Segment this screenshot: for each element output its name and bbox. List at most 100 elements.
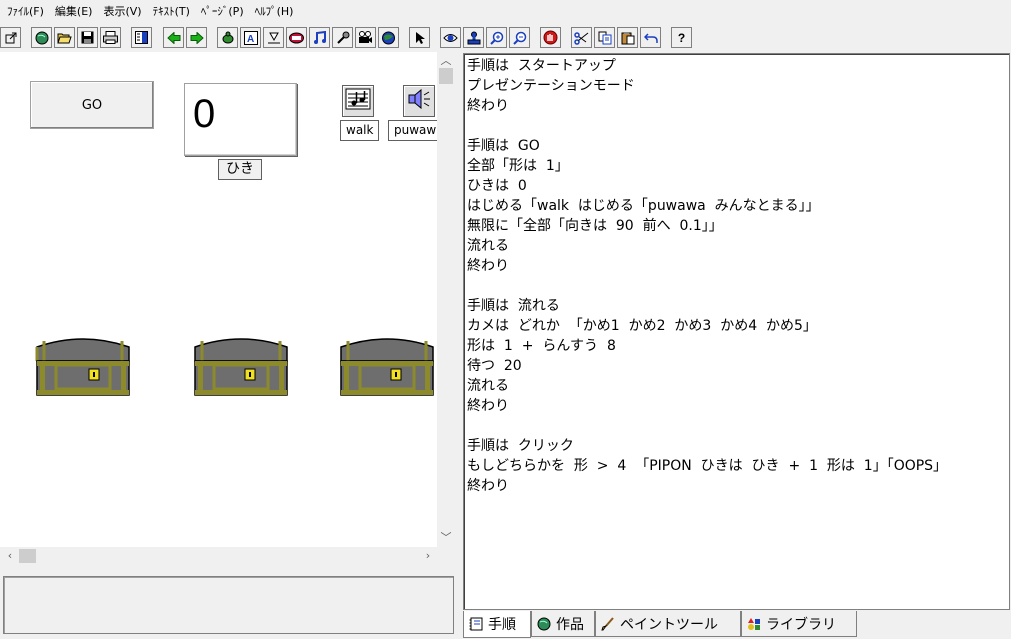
menu-bar: ﾌｧｲﾙ(F) 編集(E) 表示(V) ﾃｷｽﾄ(T) ﾍﾟｰｼﾞ(P) ﾍﾙﾌ… bbox=[0, 0, 1011, 24]
print-button[interactable] bbox=[100, 27, 121, 48]
tab-paint-tool[interactable]: ペイントツール bbox=[595, 611, 741, 637]
toolbar: A ? bbox=[0, 25, 1011, 51]
new-button-button[interactable] bbox=[286, 27, 307, 48]
stage-horizontal-scrollbar[interactable]: ‹ › bbox=[0, 547, 437, 565]
speaker-icon bbox=[407, 87, 431, 115]
previous-page-button[interactable] bbox=[163, 27, 184, 48]
menu-help[interactable]: ﾍﾙﾌﾟ(H) bbox=[252, 0, 302, 24]
menu-file[interactable]: ﾌｧｲﾙ(F) bbox=[4, 0, 52, 24]
scroll-down-arrow-icon[interactable]: ﹀ bbox=[438, 530, 454, 546]
button-shape-icon bbox=[289, 30, 305, 46]
script-line: 終わり bbox=[467, 98, 509, 114]
help-button[interactable]: ? bbox=[671, 27, 692, 48]
scroll-right-arrow-icon[interactable]: › bbox=[420, 548, 436, 564]
stop-hand-icon bbox=[543, 30, 559, 46]
go-button[interactable]: GO bbox=[30, 81, 154, 129]
script-line: 手順は クリック bbox=[467, 438, 574, 454]
tab-library-label: ライブラリ bbox=[766, 616, 836, 633]
cut-button[interactable] bbox=[571, 27, 592, 48]
menu-edit[interactable]: 編集(E) bbox=[52, 0, 101, 24]
horizontal-scroll-thumb[interactable] bbox=[19, 549, 36, 563]
stamp-button[interactable] bbox=[463, 27, 484, 48]
tab-library[interactable]: ライブラリ bbox=[741, 611, 857, 637]
copy-button[interactable] bbox=[594, 27, 615, 48]
zoom-in-button[interactable] bbox=[486, 27, 507, 48]
script-line: 手順は 流れる bbox=[467, 298, 560, 314]
paint-brush-icon bbox=[600, 616, 616, 632]
eye-icon bbox=[443, 30, 459, 46]
scroll-left-arrow-icon[interactable]: ‹ bbox=[2, 548, 18, 564]
counter-display[interactable]: 0 bbox=[184, 83, 297, 156]
stage-canvas[interactable]: GO 0 ひき walk puwawa bbox=[0, 52, 437, 547]
clipboard-icon bbox=[620, 30, 636, 46]
new-project-button[interactable] bbox=[31, 27, 52, 48]
music-note-icon bbox=[312, 30, 328, 46]
arrow-left-icon bbox=[166, 30, 182, 46]
undo-button[interactable] bbox=[640, 27, 661, 48]
globe-icon bbox=[536, 616, 552, 632]
menu-view[interactable]: 表示(V) bbox=[100, 0, 149, 24]
stop-button[interactable] bbox=[540, 27, 561, 48]
script-editor[interactable]: 手順は スタートアップ プレゼンテーションモード 終わり 手順は GO 全部「形… bbox=[463, 53, 1010, 610]
music-score-icon bbox=[345, 87, 371, 115]
treasure-chest-3[interactable] bbox=[338, 337, 436, 399]
script-line: 形は 1 + らんすう 8 bbox=[467, 338, 616, 354]
vertical-scroll-thumb[interactable] bbox=[439, 68, 453, 84]
menu-text[interactable]: ﾃｷｽﾄ(T) bbox=[150, 0, 198, 24]
zoom-in-icon bbox=[489, 30, 505, 46]
puwawa-sound-label[interactable]: puwawa bbox=[388, 120, 437, 141]
folder-open-icon bbox=[57, 30, 73, 46]
web-globe-icon bbox=[381, 30, 397, 46]
walk-melody-object[interactable] bbox=[342, 85, 374, 117]
open-button[interactable] bbox=[54, 27, 75, 48]
script-line bbox=[467, 116, 1006, 136]
toggle-toolbox-button[interactable] bbox=[0, 27, 21, 48]
puwawa-sound-object[interactable] bbox=[403, 85, 435, 117]
tab-procedures-label: 手順 bbox=[488, 617, 516, 633]
scroll-up-arrow-icon[interactable]: ︿ bbox=[438, 53, 454, 69]
new-web-button[interactable] bbox=[378, 27, 399, 48]
menu-page[interactable]: ﾍﾟｰｼﾞ(P) bbox=[198, 0, 252, 24]
turtle-icon bbox=[220, 30, 236, 46]
script-line: 流れる bbox=[467, 238, 509, 254]
zoom-out-icon bbox=[512, 30, 528, 46]
globe-icon bbox=[34, 30, 50, 46]
view-button[interactable] bbox=[440, 27, 461, 48]
copy-icon bbox=[597, 30, 613, 46]
split-view-icon bbox=[134, 30, 150, 46]
new-turtle-button[interactable] bbox=[217, 27, 238, 48]
new-text-button[interactable]: A bbox=[240, 27, 261, 48]
new-slider-button[interactable] bbox=[263, 27, 284, 48]
select-tool-button[interactable] bbox=[409, 27, 430, 48]
new-melody-button[interactable] bbox=[309, 27, 330, 48]
zoom-out-button[interactable] bbox=[509, 27, 530, 48]
treasure-chest-2[interactable] bbox=[192, 337, 290, 399]
layout-button[interactable] bbox=[131, 27, 152, 48]
stage-vertical-scrollbar[interactable]: ︿ ﹀ bbox=[437, 52, 455, 547]
application-window: ﾌｧｲﾙ(F) 編集(E) 表示(V) ﾃｷｽﾄ(T) ﾍﾟｰｼﾞ(P) ﾍﾙﾌ… bbox=[0, 0, 1011, 639]
script-line: はじめる「walk はじめる「puwawa みんなとまる」」 bbox=[467, 198, 820, 214]
script-line: 終わり bbox=[467, 478, 509, 494]
tab-works[interactable]: 作品 bbox=[531, 611, 595, 637]
new-sound-button[interactable] bbox=[332, 27, 353, 48]
message-area[interactable] bbox=[3, 576, 454, 634]
script-line: もしどちらかを 形 > 4 「PIPON ひきは ひき + 1 形は 1」「OO… bbox=[467, 458, 948, 474]
new-movie-button[interactable] bbox=[355, 27, 376, 48]
treasure-chest-1[interactable] bbox=[34, 337, 132, 399]
svg-text:A: A bbox=[247, 34, 254, 45]
counter-label[interactable]: ひき bbox=[218, 159, 262, 180]
text-box-icon: A bbox=[243, 30, 259, 46]
scissors-icon bbox=[574, 30, 590, 46]
script-line: 無限に「全部「向きは 90 前へ 0.1」」 bbox=[467, 218, 723, 234]
paste-button[interactable] bbox=[617, 27, 638, 48]
walk-melody-label[interactable]: walk bbox=[340, 120, 379, 141]
counter-value: 0 bbox=[193, 92, 216, 136]
save-button[interactable] bbox=[77, 27, 98, 48]
microphone-icon bbox=[335, 30, 351, 46]
tab-procedures[interactable]: 手順 bbox=[463, 611, 531, 638]
script-line: 待つ 20 bbox=[467, 358, 522, 374]
next-page-button[interactable] bbox=[186, 27, 207, 48]
slider-icon bbox=[266, 30, 282, 46]
script-line: 手順は スタートアップ bbox=[467, 58, 616, 74]
script-line: プレゼンテーションモード bbox=[467, 78, 635, 94]
